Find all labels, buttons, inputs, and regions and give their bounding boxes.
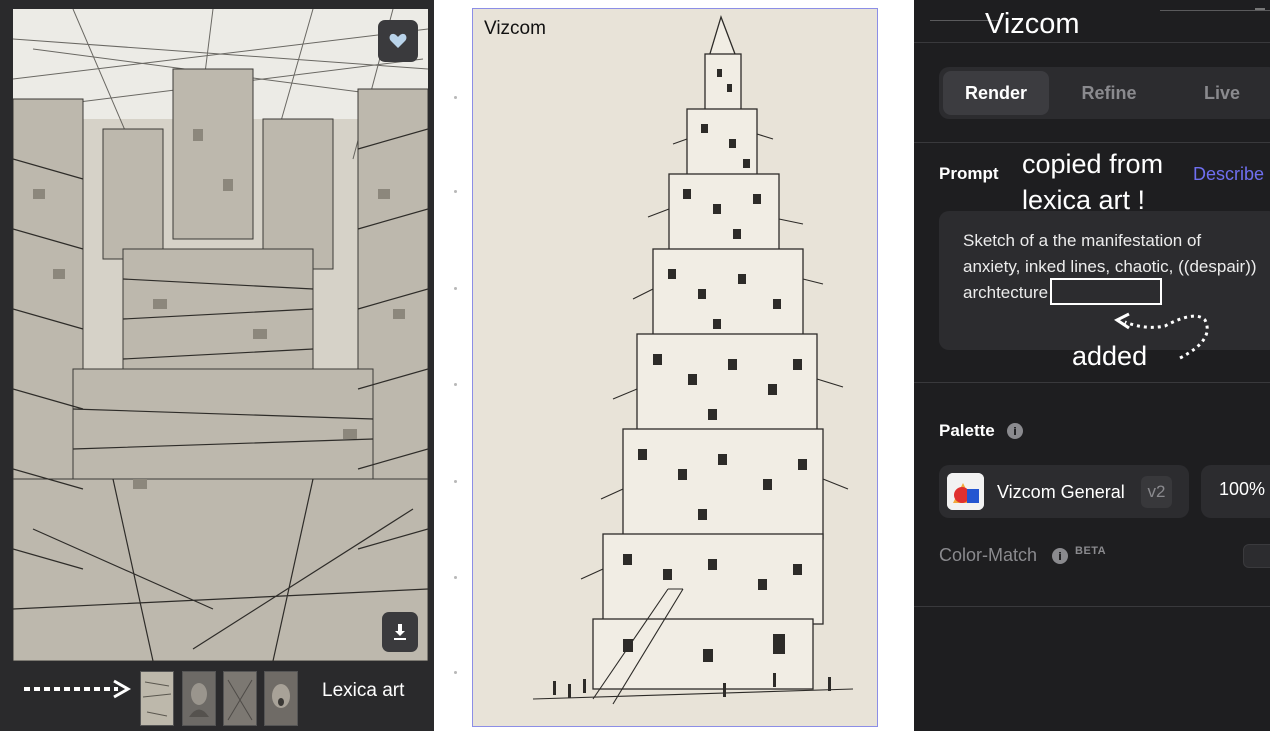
palette-strength-value: 100% bbox=[1219, 479, 1266, 499]
heart-icon bbox=[389, 33, 407, 48]
lexica-image[interactable] bbox=[13, 9, 428, 661]
canvas-grid-dot bbox=[454, 576, 457, 579]
canvas-title: Vizcom bbox=[484, 18, 546, 39]
thumbnail-2[interactable] bbox=[182, 671, 216, 726]
thumbnail-4[interactable] bbox=[264, 671, 298, 726]
palette-label: Palette bbox=[939, 421, 995, 440]
window-control[interactable] bbox=[1255, 8, 1265, 16]
favorite-button[interactable] bbox=[378, 20, 418, 62]
info-icon[interactable]: i bbox=[1007, 423, 1023, 439]
tab-render[interactable]: Render bbox=[943, 71, 1049, 115]
palette-shapes-icon bbox=[947, 473, 984, 510]
render-tower-sketch bbox=[473, 9, 877, 726]
tab-refine[interactable]: Refine bbox=[1057, 71, 1161, 115]
palette-thumbnail bbox=[947, 473, 984, 510]
version-badge: v2 bbox=[1141, 476, 1172, 508]
lexica-art-label: Lexica art bbox=[322, 680, 405, 701]
render-frame[interactable] bbox=[472, 8, 878, 727]
annotation-copied: copied from lexica art ! bbox=[1022, 149, 1164, 215]
canvas-grid-dot bbox=[454, 190, 457, 193]
color-match-label: Color-Match bbox=[939, 545, 1038, 565]
canvas-grid-dot bbox=[454, 96, 457, 99]
annotation-added: added bbox=[1072, 341, 1148, 371]
thumbnail-3[interactable] bbox=[223, 671, 257, 726]
canvas-grid-dot bbox=[454, 287, 457, 290]
color-match-toggle[interactable] bbox=[1243, 544, 1270, 568]
tab-live[interactable]: Live bbox=[1170, 71, 1270, 115]
info-icon[interactable]: i bbox=[1052, 548, 1068, 564]
section-divider bbox=[914, 42, 1270, 43]
section-divider bbox=[914, 142, 1270, 143]
describe-link[interactable]: Describe bbox=[1193, 164, 1264, 185]
thumbnail-1[interactable] bbox=[140, 671, 174, 726]
canvas-grid-dot bbox=[454, 671, 457, 674]
canvas-grid-dot bbox=[454, 480, 457, 483]
top-divider bbox=[1160, 10, 1270, 11]
palette-name: Vizcom General bbox=[997, 482, 1125, 502]
lexica-sketch-art bbox=[13, 9, 428, 661]
section-divider bbox=[914, 382, 1270, 383]
section-divider bbox=[914, 606, 1270, 607]
dotted-arrow-icon bbox=[24, 679, 132, 699]
download-icon bbox=[394, 624, 406, 640]
app-title: Vizcom bbox=[985, 8, 1080, 40]
prompt-label: Prompt bbox=[939, 164, 999, 183]
beta-badge: BETA bbox=[1075, 545, 1107, 557]
download-button[interactable] bbox=[382, 612, 418, 652]
canvas-grid-dot bbox=[454, 383, 457, 386]
